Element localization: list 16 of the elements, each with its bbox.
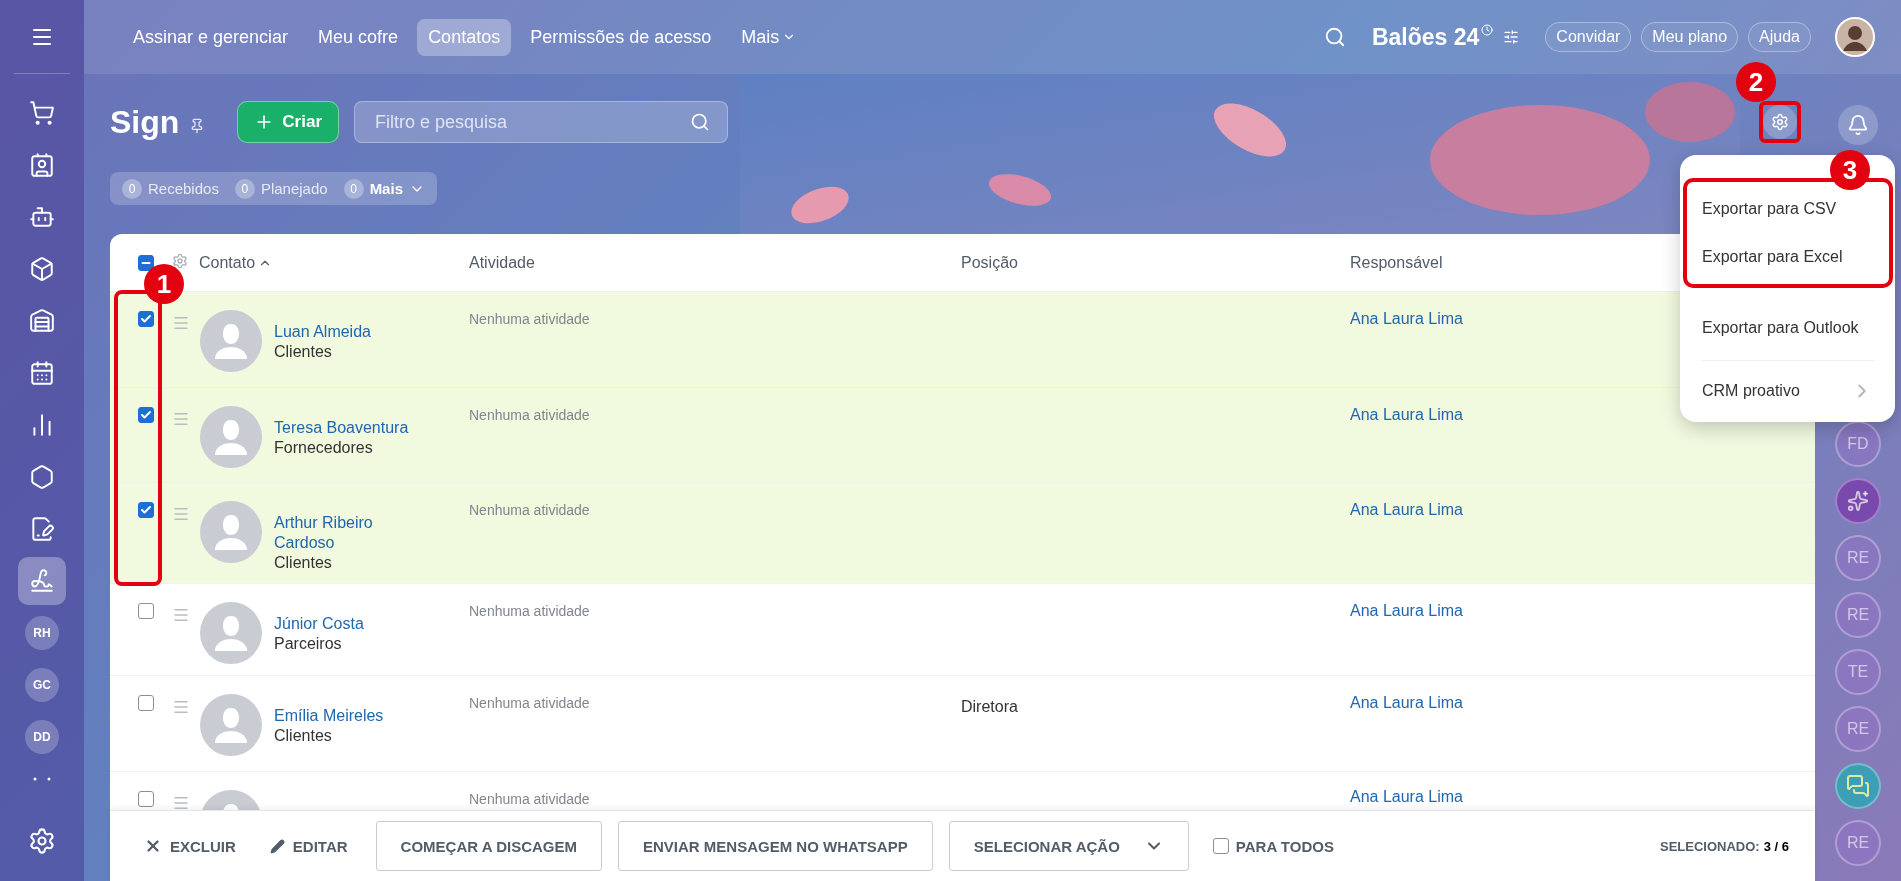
activity-text: Nenhuma atividade — [468, 790, 591, 807]
step-badge: 2 — [1736, 62, 1776, 102]
contact-group: Fornecedores — [274, 438, 422, 458]
step-badge: 3 — [1830, 150, 1870, 190]
activity-text: Nenhuma atividade — [468, 310, 591, 327]
contact-group: Clientes — [274, 342, 422, 362]
contact-group: Parceiros — [274, 634, 422, 654]
activity-text: Nenhuma atividade — [468, 602, 591, 619]
activity-text: Nenhuma atividade — [468, 406, 591, 423]
selected-count: SELECIONADO: 3 / 6 — [1660, 838, 1789, 854]
activity-text: Nenhuma atividade — [468, 501, 591, 518]
position-text: Diretora — [960, 697, 1019, 716]
page-title: Sign — [110, 103, 180, 141]
contact-group: Clientes — [274, 726, 422, 746]
contact-group: Clientes — [274, 553, 422, 573]
activity-text: Nenhuma atividade — [468, 694, 591, 711]
